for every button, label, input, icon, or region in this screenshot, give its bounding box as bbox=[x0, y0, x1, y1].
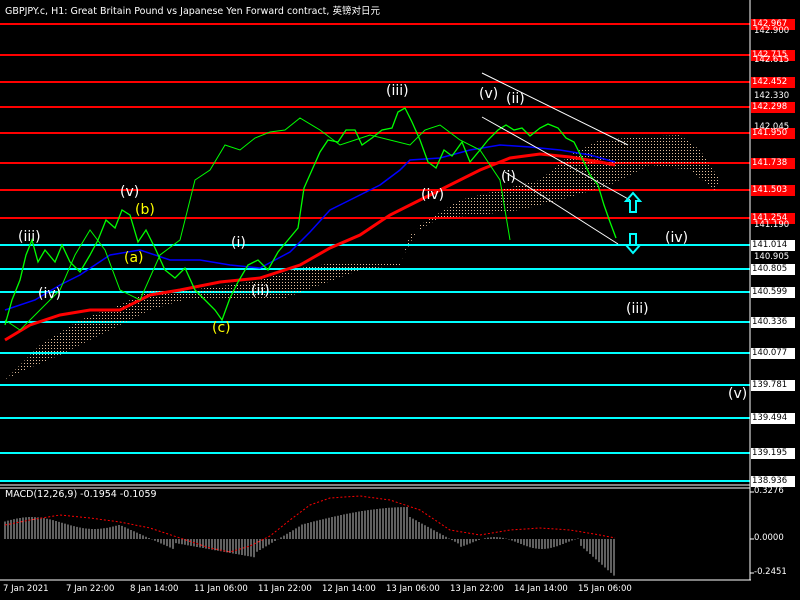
resistance-price-tag: 141.738 bbox=[751, 158, 795, 169]
wave-count-label: (v) bbox=[728, 386, 748, 402]
wave-count-label: (iv) bbox=[665, 230, 689, 246]
price-tick-label: 142.045 bbox=[754, 122, 790, 132]
resistance-price-tag: 141.503 bbox=[751, 185, 795, 196]
support-price-tag: 140.336 bbox=[751, 317, 795, 328]
time-tick-label: 7 Jan 2021 bbox=[3, 584, 49, 594]
wave-count-label: (v) bbox=[479, 86, 499, 102]
time-tick-label: 14 Jan 14:00 bbox=[514, 584, 568, 594]
wave-count-label: (iii) bbox=[386, 83, 409, 99]
support-price-tag: 139.195 bbox=[751, 448, 795, 459]
wave-count-label: (iii) bbox=[626, 301, 649, 317]
macd-scale-top: 0.3276 bbox=[754, 486, 784, 496]
price-tick-label: 142.330 bbox=[754, 91, 790, 101]
up-arrow-icon bbox=[623, 191, 643, 213]
support-price-tag: 140.599 bbox=[751, 287, 795, 298]
wave-count-label: (i) bbox=[231, 235, 246, 251]
symbol-title: GBPJPY.c, H1: Great Britain Pound vs Jap… bbox=[5, 6, 380, 17]
wave-count-label: (c) bbox=[212, 320, 231, 336]
time-tick-label: 11 Jan 22:00 bbox=[258, 584, 312, 594]
resistance-price-tag: 142.298 bbox=[751, 102, 795, 113]
wave-count-label: (ii) bbox=[251, 283, 270, 299]
macd-scale-bottom: -0.2451 bbox=[754, 567, 787, 577]
wave-count-label: (i) bbox=[501, 169, 516, 185]
price-tick-label: 142.900 bbox=[754, 26, 790, 36]
time-tick-label: 13 Jan 22:00 bbox=[450, 584, 504, 594]
price-tick-label: 140.905 bbox=[754, 252, 790, 262]
wave-count-label: (b) bbox=[135, 202, 155, 218]
support-price-tag: 139.781 bbox=[751, 380, 795, 391]
macd-scale-zero: 0.0000 bbox=[754, 533, 784, 543]
wave-count-label: (iii) bbox=[18, 229, 41, 245]
wave-count-label: (iv) bbox=[38, 286, 62, 302]
time-tick-label: 13 Jan 06:00 bbox=[386, 584, 440, 594]
support-price-tag: 141.014 bbox=[751, 240, 795, 251]
support-price-tag: 140.805 bbox=[751, 264, 795, 275]
support-price-tag: 139.494 bbox=[751, 413, 795, 424]
price-tick-label: 141.190 bbox=[754, 220, 790, 230]
cloud-area bbox=[5, 135, 720, 380]
time-tick-label: 12 Jan 14:00 bbox=[322, 584, 376, 594]
price-tick-label: 142.615 bbox=[754, 55, 790, 65]
down-arrow-icon bbox=[623, 233, 643, 255]
slow-moving-average bbox=[4, 152, 616, 342]
time-tick-label: 7 Jan 22:00 bbox=[66, 584, 115, 594]
time-tick-label: 8 Jan 14:00 bbox=[130, 584, 179, 594]
support-price-tag: 140.077 bbox=[751, 348, 795, 359]
wave-count-label: (iv) bbox=[421, 187, 445, 203]
time-tick-label: 11 Jan 06:00 bbox=[194, 584, 248, 594]
wave-count-label: (v) bbox=[120, 184, 140, 200]
macd-title: MACD(12,26,9) -0.1954 -0.1059 bbox=[5, 489, 157, 500]
horizontal-levels bbox=[0, 23, 750, 482]
wave-count-label: (ii) bbox=[506, 91, 525, 107]
time-tick-label: 15 Jan 06:00 bbox=[578, 584, 632, 594]
resistance-price-tag: 142.452 bbox=[751, 77, 795, 88]
macd-histogram bbox=[4, 507, 615, 576]
channel-upper bbox=[481, 72, 629, 146]
wave-count-label: (a) bbox=[124, 250, 144, 266]
